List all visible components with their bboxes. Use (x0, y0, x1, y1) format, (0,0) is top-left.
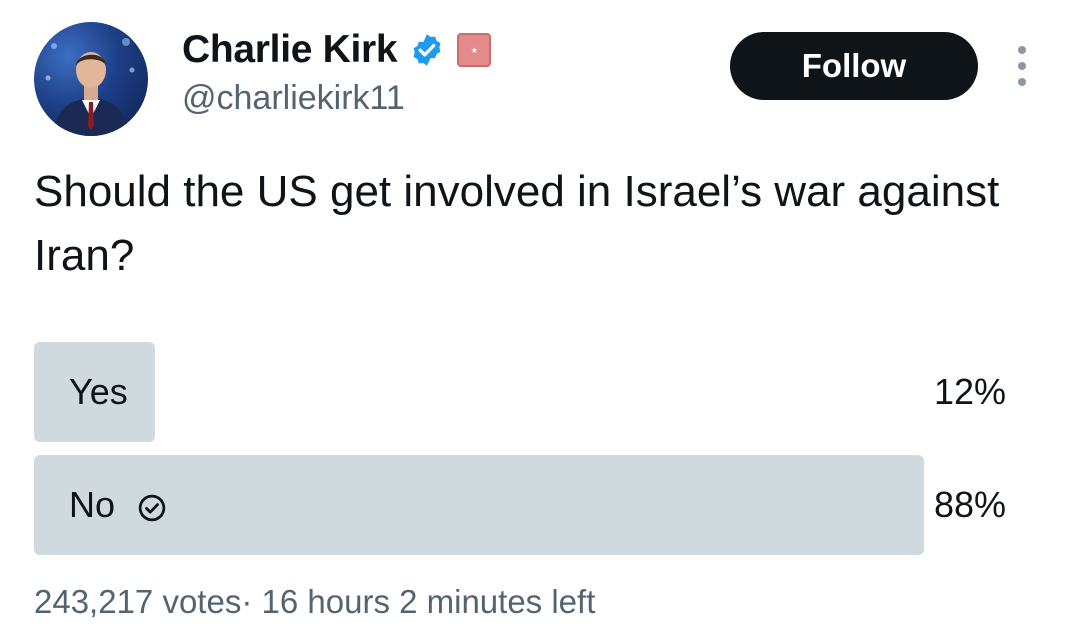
poll-time-left: 16 hours 2 minutes left (261, 583, 596, 620)
author-display-name[interactable]: Charlie Kirk (182, 26, 398, 74)
poll-option-yes: Yes 12% (34, 342, 1012, 442)
affiliate-badge-icon[interactable]: ★ (457, 33, 492, 67)
author-handle[interactable]: @charliekirk11 (182, 76, 405, 120)
poll-option-label: Yes (69, 371, 128, 413)
poll-option-percent: 88% (933, 484, 1006, 525)
tweet-card: Charlie Kirk ★ @charliekirk11 Follow Sho… (0, 0, 1080, 638)
poll-option-label: No (69, 484, 167, 526)
verified-badge-icon[interactable] (409, 32, 445, 68)
poll-bar-no (34, 455, 924, 555)
poll-option-yes-label: Yes (69, 371, 128, 412)
poll-option-no-label: No (69, 484, 116, 525)
avatar-photo (45, 38, 135, 136)
poll-option-percent: 12% (933, 371, 1006, 412)
follow-button[interactable]: Follow (730, 32, 978, 100)
avatar[interactable] (34, 22, 148, 136)
check-circle-icon (137, 490, 167, 522)
author-name-row: Charlie Kirk ★ (182, 26, 492, 74)
poll-meta: 243,217 votes· 16 hours 2 minutes left (34, 580, 595, 624)
more-options-icon[interactable] (1010, 46, 1034, 86)
poll-meta-separator: · (241, 583, 253, 620)
poll-vote-count: 243,217 votes (34, 583, 242, 620)
tweet-text: Should the US get involved in Israel’s w… (34, 167, 1000, 280)
poll-option-no: No 88% (34, 455, 1012, 555)
